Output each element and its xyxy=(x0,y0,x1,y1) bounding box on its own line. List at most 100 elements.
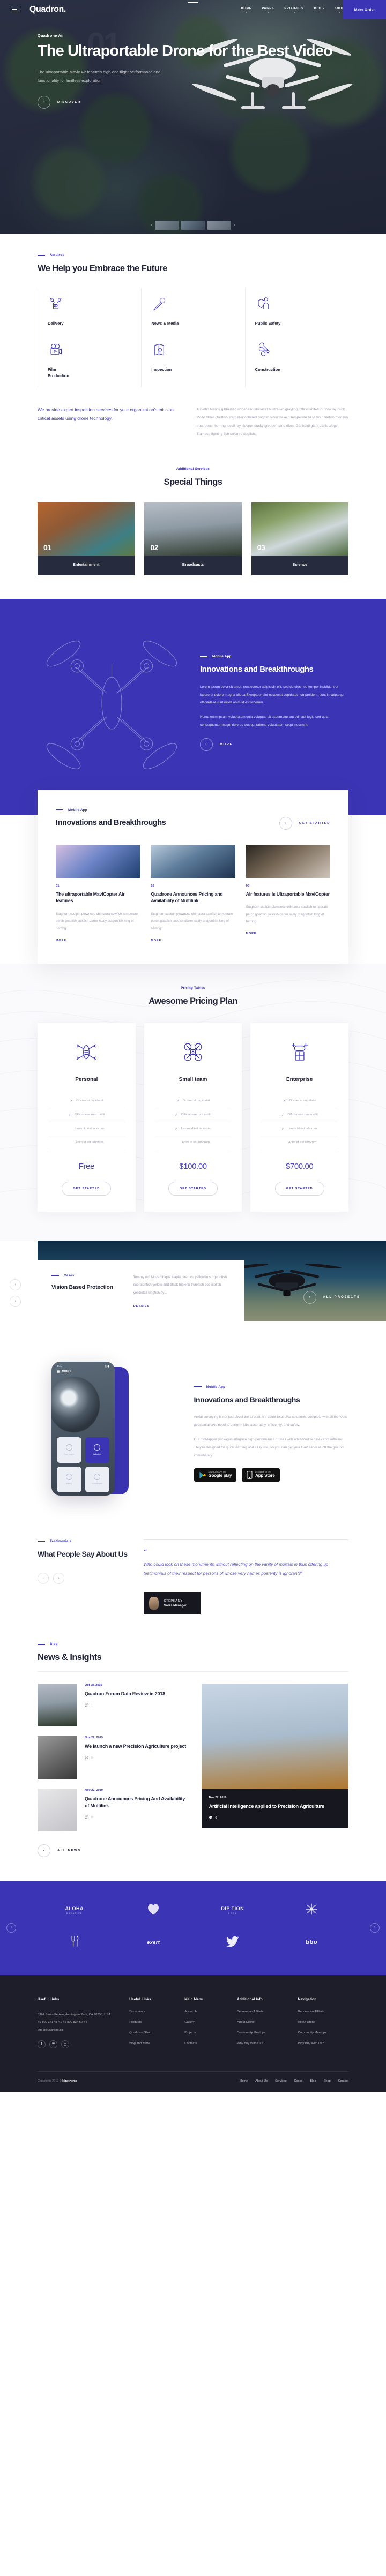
service-item-construction[interactable]: Construction xyxy=(244,334,348,387)
footer-email[interactable]: info@quadrone.co xyxy=(38,2026,122,2034)
pricing-get-started-button[interactable]: GET STARTED xyxy=(274,1181,324,1196)
blog-post[interactable]: Oct 28, 2019 Quadron Forum Data Review i… xyxy=(38,1683,188,1726)
cases-next-icon[interactable]: › xyxy=(10,1295,21,1307)
brand-logo-aloha[interactable]: ALOHA CREATIVE xyxy=(65,1906,84,1914)
hero-discover-button[interactable]: › DISCOVER xyxy=(38,95,348,109)
testimonial-next-icon[interactable]: › xyxy=(53,1573,64,1584)
footer-bottom-nav[interactable]: Home About Us Services Cases Blog Shop C… xyxy=(240,2079,348,2083)
service-item-inspection[interactable]: Inspection xyxy=(141,334,244,387)
cases-prev-icon[interactable]: ‹ xyxy=(10,1279,21,1290)
starburst-icon xyxy=(306,1903,317,1914)
blog-post[interactable]: Nov 27, 2019 We launch a new Precision A… xyxy=(38,1736,188,1779)
innovation-card[interactable]: 01 The ultraportable MaviCopter Air feat… xyxy=(56,844,140,942)
footer-link[interactable]: About Drone xyxy=(237,2021,291,2024)
facebook-icon[interactable]: f xyxy=(38,2040,46,2048)
footer-link[interactable]: Become an Affiliate xyxy=(237,2010,291,2014)
innovation-card[interactable]: 02 Quadrone Announces Pricing and Availa… xyxy=(151,844,235,942)
service-item-public-safety[interactable]: Public Safety xyxy=(244,288,348,335)
nav-item-pages[interactable]: PAGES xyxy=(262,7,274,13)
brand-logo-bbo[interactable]: bbo xyxy=(306,1939,317,1946)
get-started-button[interactable]: › GET STARTED xyxy=(279,816,330,830)
innovation-card-more-link[interactable]: MORE xyxy=(151,939,235,942)
footer-link[interactable]: About Drone xyxy=(298,2021,348,2024)
pricing-get-started-button[interactable]: GET STARTED xyxy=(62,1181,112,1196)
google-play-icon xyxy=(199,1471,206,1478)
google-play-button[interactable]: ANDROID APP ON Google play xyxy=(194,1468,237,1482)
footer-nav-about[interactable]: About Us xyxy=(255,2079,268,2083)
phone-menu-button[interactable]: ▦ MENU xyxy=(51,1368,115,1376)
footer-link[interactable]: Why Buy With Us? xyxy=(237,2042,291,2046)
nav-item-projects[interactable]: PROJECTS xyxy=(284,7,303,13)
hero-thumbnail[interactable] xyxy=(181,221,205,230)
innovation-card-more-link[interactable]: MORE xyxy=(56,939,140,942)
footer-link[interactable]: Become an Affiliate xyxy=(298,2010,348,2014)
brand-logo-bird[interactable] xyxy=(225,1935,240,1950)
special-card[interactable]: 01 Entertainment xyxy=(38,502,135,575)
pricing-get-started-button[interactable]: GET STARTED xyxy=(168,1181,218,1196)
brands-next-icon[interactable]: › xyxy=(370,1922,380,1933)
twitter-icon[interactable]: w xyxy=(49,2040,57,2048)
phone-menu-label: MENU xyxy=(62,1370,71,1373)
footer-nav-home[interactable]: Home xyxy=(240,2079,248,2083)
nav-item-blog[interactable]: BLOG xyxy=(314,7,324,13)
menu-toggle-icon[interactable] xyxy=(12,6,19,13)
cases-slider-arrows[interactable]: ‹ › xyxy=(10,1279,21,1307)
brand-logo-exert[interactable]: exert xyxy=(147,1940,160,1945)
blog-featured-image xyxy=(201,1683,348,1789)
innovation-card[interactable]: 03 Air features is Ultraportable MaviCop… xyxy=(246,844,330,942)
footer-link[interactable]: About Us xyxy=(184,2010,229,2014)
brand-subtitle: CREA xyxy=(228,1912,237,1915)
footer-link[interactable]: Quadrone Shop xyxy=(129,2031,177,2035)
footer-link[interactable]: Documents xyxy=(129,2010,177,2014)
service-item-delivery[interactable]: Delivery xyxy=(38,288,141,335)
blog-featured-post[interactable]: Nov 27, 2019 Artificial Intelligence app… xyxy=(201,1683,348,1841)
special-card[interactable]: 02 Broadcasts xyxy=(144,502,242,575)
nav-item-home[interactable]: HOME xyxy=(241,7,252,13)
slider-prev-icon[interactable]: ‹ xyxy=(151,223,152,227)
footer-link[interactable]: Projects xyxy=(184,2031,229,2035)
brand-logo-starburst[interactable] xyxy=(305,1902,318,1919)
slider-next-icon[interactable]: › xyxy=(234,223,235,227)
case-details-link[interactable]: DETAILS xyxy=(133,1305,231,1308)
footer-link[interactable]: Why Buy With Us? xyxy=(298,2042,348,2046)
hero-thumbnail[interactable] xyxy=(207,221,231,230)
service-item-news-media[interactable]: News & Media xyxy=(141,288,244,335)
footer-nav-services[interactable]: Services xyxy=(275,2079,286,2083)
testimonial-prev-icon[interactable]: ‹ xyxy=(38,1573,49,1584)
footer-nav-shop[interactable]: Shop xyxy=(324,2079,331,2083)
phone-tile-indicators[interactable]: Indicators xyxy=(85,1437,109,1463)
blueprint-more-button[interactable]: › MORE xyxy=(200,738,348,751)
brand-logo-heart-shield[interactable] xyxy=(146,1902,160,1919)
all-projects-button[interactable]: › ALL PROJECTS xyxy=(303,1290,360,1304)
footer-nav-cases[interactable]: Cases xyxy=(294,2079,303,2083)
hero-slider-thumbnails[interactable]: ‹ › xyxy=(0,221,386,230)
footer-link[interactable]: Gallery xyxy=(184,2021,229,2024)
brand-logo-fork[interactable] xyxy=(68,1935,81,1950)
testimonials-slider-arrows[interactable]: ‹ › xyxy=(38,1573,130,1584)
make-order-button[interactable]: Make Order xyxy=(343,0,386,19)
footer-link[interactable]: Community Meetups xyxy=(237,2031,291,2035)
service-name: News & Media xyxy=(151,321,179,326)
innovation-card-more-link[interactable]: MORE xyxy=(246,932,330,935)
footer-link[interactable]: Community Meetups xyxy=(298,2031,348,2035)
special-card[interactable]: 03 Science xyxy=(251,502,348,575)
phone-tile-start-engine[interactable]: Start engine xyxy=(57,1437,81,1463)
site-logo[interactable]: Quadron. xyxy=(29,5,66,14)
instagram-icon[interactable]: ▢ xyxy=(61,2040,69,2048)
footer-link[interactable]: Products xyxy=(129,2021,177,2024)
blog-post[interactable]: Nov 27, 2019 Quadrone Announces Pricing … xyxy=(38,1788,188,1831)
footer-link[interactable]: Blog and News xyxy=(129,2042,177,2046)
footer-nav-contact[interactable]: Contact xyxy=(338,2079,348,2083)
all-news-button[interactable]: › ALL NEWS xyxy=(38,1844,348,1857)
service-item-film-production[interactable]: Film Production xyxy=(38,334,141,387)
phone-tile-battery[interactable]: Battery xyxy=(57,1466,81,1492)
footer-link[interactable]: Contacts xyxy=(184,2042,229,2046)
app-store-button[interactable]: Available on the App Store xyxy=(242,1468,280,1482)
footer-social-links[interactable]: f w ▢ xyxy=(38,2040,122,2048)
main-navigation[interactable]: Quadron. HOME PAGES PROJECTS BLOG SHOP C… xyxy=(0,0,386,19)
brands-prev-icon[interactable]: ‹ xyxy=(6,1922,16,1933)
brand-logo-diption[interactable]: DIP TION CREA xyxy=(221,1906,244,1914)
phone-tile-coordinates[interactable]: Coordinates xyxy=(85,1466,109,1492)
hero-thumbnail[interactable] xyxy=(155,221,179,230)
footer-nav-blog[interactable]: Blog xyxy=(310,2079,316,2083)
